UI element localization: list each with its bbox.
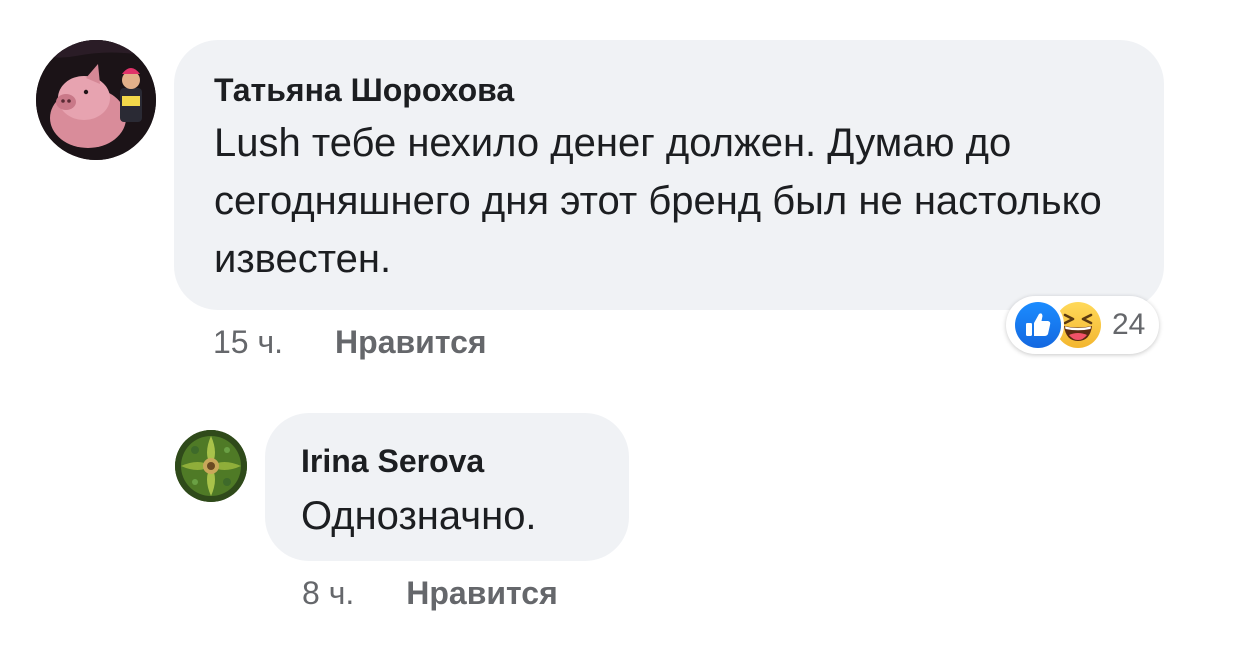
comment-text: Lush тебе нехило денег должен. Думаю до …: [214, 121, 1102, 281]
like-button[interactable]: Нравится: [335, 322, 487, 362]
comment-meta: 15 ч. Нравится: [213, 322, 487, 362]
avatar-tatiana[interactable]: [36, 40, 156, 160]
comment-bubble: Татьяна Шорохова Lush тебе нехило денег …: [174, 40, 1164, 310]
reply-meta: 8 ч. Нравится: [302, 573, 558, 613]
comment-author-link[interactable]: Татьяна Шорохова: [214, 70, 1124, 110]
like-icon: [1012, 299, 1064, 351]
reactions-count: 24: [1112, 308, 1146, 341]
reply-author-link[interactable]: Irina Serova: [301, 441, 593, 481]
reply-text: Однозначно.: [301, 494, 537, 538]
comment-timestamp[interactable]: 15 ч.: [213, 322, 283, 362]
green-ornament-avatar-icon: [175, 430, 247, 502]
avatar-irina[interactable]: [175, 430, 247, 502]
reactions-summary[interactable]: 24: [1006, 296, 1160, 354]
pig-avatar-icon: [36, 40, 156, 160]
reply-like-button[interactable]: Нравится: [406, 573, 558, 613]
reply-timestamp[interactable]: 8 ч.: [302, 573, 354, 613]
reply-bubble: Irina Serova Однозначно.: [265, 413, 629, 561]
